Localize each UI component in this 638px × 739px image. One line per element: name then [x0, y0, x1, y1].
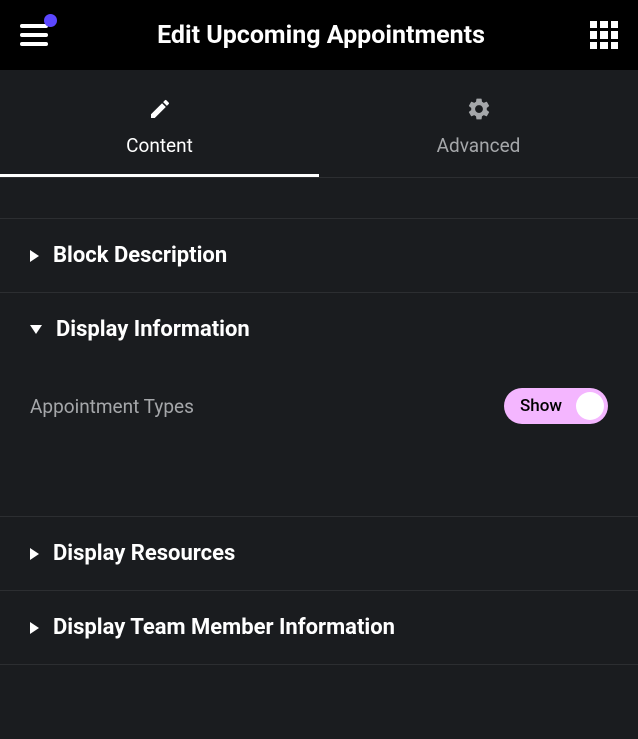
section-header-display-information[interactable]: Display Information [0, 293, 638, 366]
apps-grid-button[interactable] [590, 21, 618, 49]
page-title: Edit Upcoming Appointments [52, 21, 590, 50]
section-title-display-resources: Display Resources [53, 541, 235, 566]
chevron-right-icon [30, 250, 39, 262]
section-block-description: Block Description [0, 218, 638, 293]
section-header-block-description[interactable]: Block Description [0, 219, 638, 292]
section-display-information: Display Information Appointment Types Sh… [0, 293, 638, 517]
row-label-appointment-types: Appointment Types [30, 395, 194, 418]
gear-icon [466, 96, 492, 122]
topbar: Edit Upcoming Appointments [0, 0, 638, 70]
section-title-block-description: Block Description [53, 243, 227, 268]
section-title-display-information: Display Information [56, 317, 250, 342]
section-title-display-team-member: Display Team Member Information [53, 615, 395, 640]
section-display-team-member: Display Team Member Information [0, 591, 638, 665]
section-header-display-team-member[interactable]: Display Team Member Information [0, 591, 638, 664]
chevron-right-icon [30, 622, 39, 634]
chevron-right-icon [30, 548, 39, 560]
row-appointment-types: Appointment Types Show [30, 376, 608, 436]
toggle-label-appointment-types: Show [520, 396, 562, 416]
menu-button[interactable] [20, 19, 52, 51]
section-header-display-resources[interactable]: Display Resources [0, 517, 638, 590]
pencil-icon [147, 96, 173, 122]
chevron-down-icon [30, 325, 42, 334]
sections-container: Block Description Display Information Ap… [0, 178, 638, 665]
tab-content-label: Content [126, 134, 193, 157]
section-display-resources: Display Resources [0, 517, 638, 591]
tab-advanced-label: Advanced [437, 134, 521, 157]
tabs: Content Advanced [0, 78, 638, 178]
section-body-display-information: Appointment Types Show [0, 366, 638, 516]
tab-advanced[interactable]: Advanced [319, 78, 638, 177]
tab-content[interactable]: Content [0, 78, 319, 177]
toggle-appointment-types[interactable]: Show [504, 388, 608, 424]
toggle-knob-icon [576, 392, 604, 420]
notification-badge-icon [44, 14, 57, 27]
